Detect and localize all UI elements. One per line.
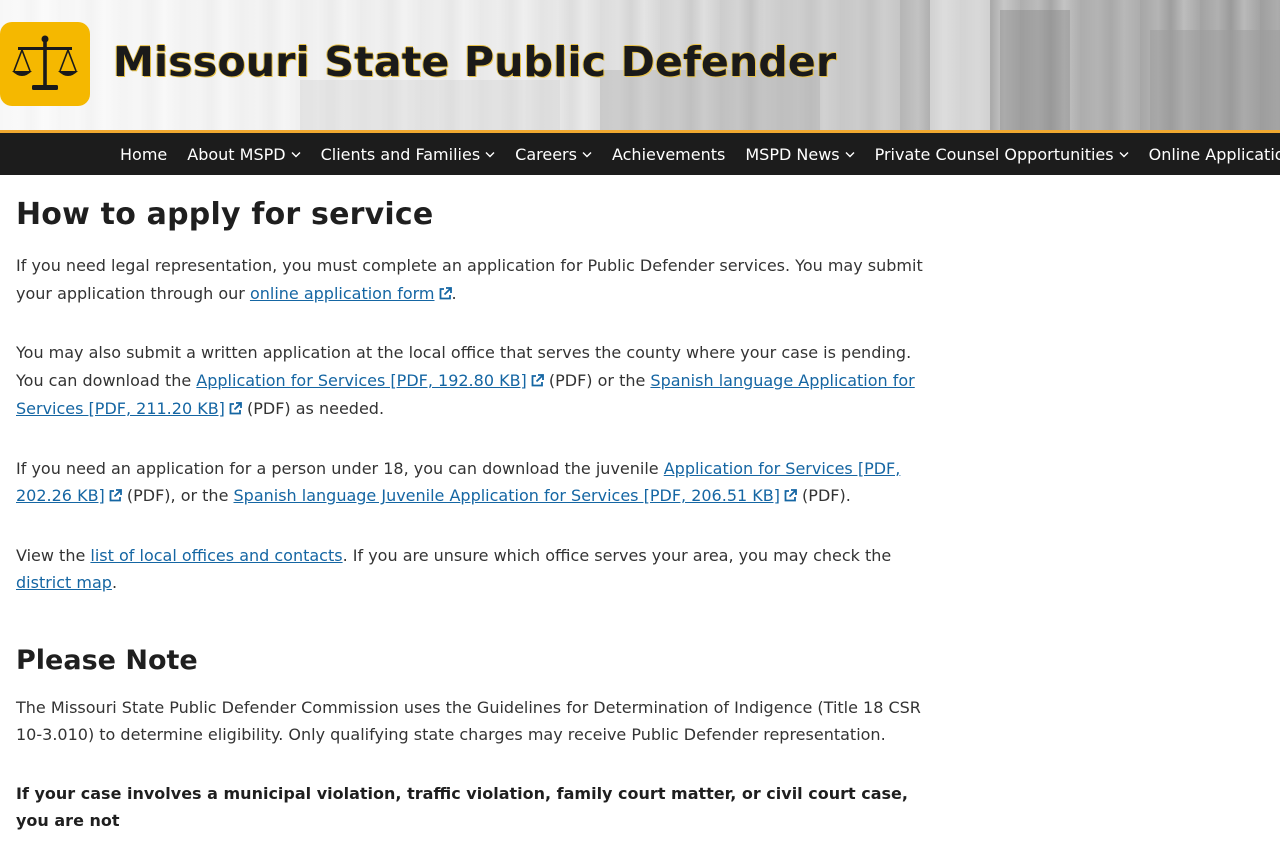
paragraph-local-offices: View the list of local offices and conta… [16, 545, 892, 593]
external-link-icon [109, 483, 122, 511]
nav-item-home[interactable]: Home [110, 133, 177, 175]
spanish-juvenile-application-pdf-link[interactable]: Spanish language Juvenile Application fo… [234, 486, 797, 505]
local-offices-link[interactable]: list of local offices and contacts [90, 546, 342, 565]
district-map-link[interactable]: district map [16, 573, 112, 592]
nav-item-about-mspd[interactable]: About MSPD [177, 133, 310, 175]
site-logo[interactable] [0, 22, 90, 106]
external-link-icon [784, 483, 797, 511]
header-banner: Missouri State Public Defender [0, 0, 1280, 130]
online-application-form-link[interactable]: online application form [250, 284, 452, 303]
paragraph-online-application: If you need legal representation, you mu… [16, 252, 926, 308]
nav-item-clients-and-families[interactable]: Clients and Families [311, 133, 506, 175]
chevron-down-icon [582, 151, 592, 158]
chevron-down-icon [1119, 151, 1129, 158]
application-for-services-pdf-link[interactable]: Application for Services [PDF, 192.80 KB… [196, 371, 544, 390]
please-note-heading: Please Note [16, 644, 198, 676]
nav-item-achievements[interactable]: Achievements [602, 133, 735, 175]
external-link-icon [229, 396, 242, 424]
paragraph-ineligible-cases: If your case involves a municipal violat… [16, 783, 908, 831]
paragraph-indigence-guidelines: The Missouri State Public Defender Commi… [16, 697, 921, 745]
chevron-down-icon [485, 151, 495, 158]
main-content: How to apply for service If you need leg… [16, 175, 926, 866]
external-link-icon [439, 281, 452, 309]
nav-item-mspd-news[interactable]: MSPD News [735, 133, 864, 175]
paragraph-juvenile-application: If you need an application for a person … [16, 455, 926, 511]
scales-of-justice-icon [12, 35, 78, 90]
main-navigation: Home About MSPD Clients and Families Career… [0, 130, 1280, 175]
external-link-icon [531, 368, 544, 396]
nav-item-careers[interactable]: Careers [505, 133, 602, 175]
chevron-down-icon [291, 151, 301, 158]
nav-item-online-application[interactable]: Online Application [1139, 133, 1280, 175]
page-title: How to apply for service [16, 197, 434, 232]
chevron-down-icon [845, 151, 855, 158]
site-title[interactable]: Missouri State Public Defender [113, 38, 836, 86]
nav-item-private-counsel-opportunities[interactable]: Private Counsel Opportunities [865, 133, 1139, 175]
paragraph-written-application: You may also submit a written applicatio… [16, 339, 926, 424]
